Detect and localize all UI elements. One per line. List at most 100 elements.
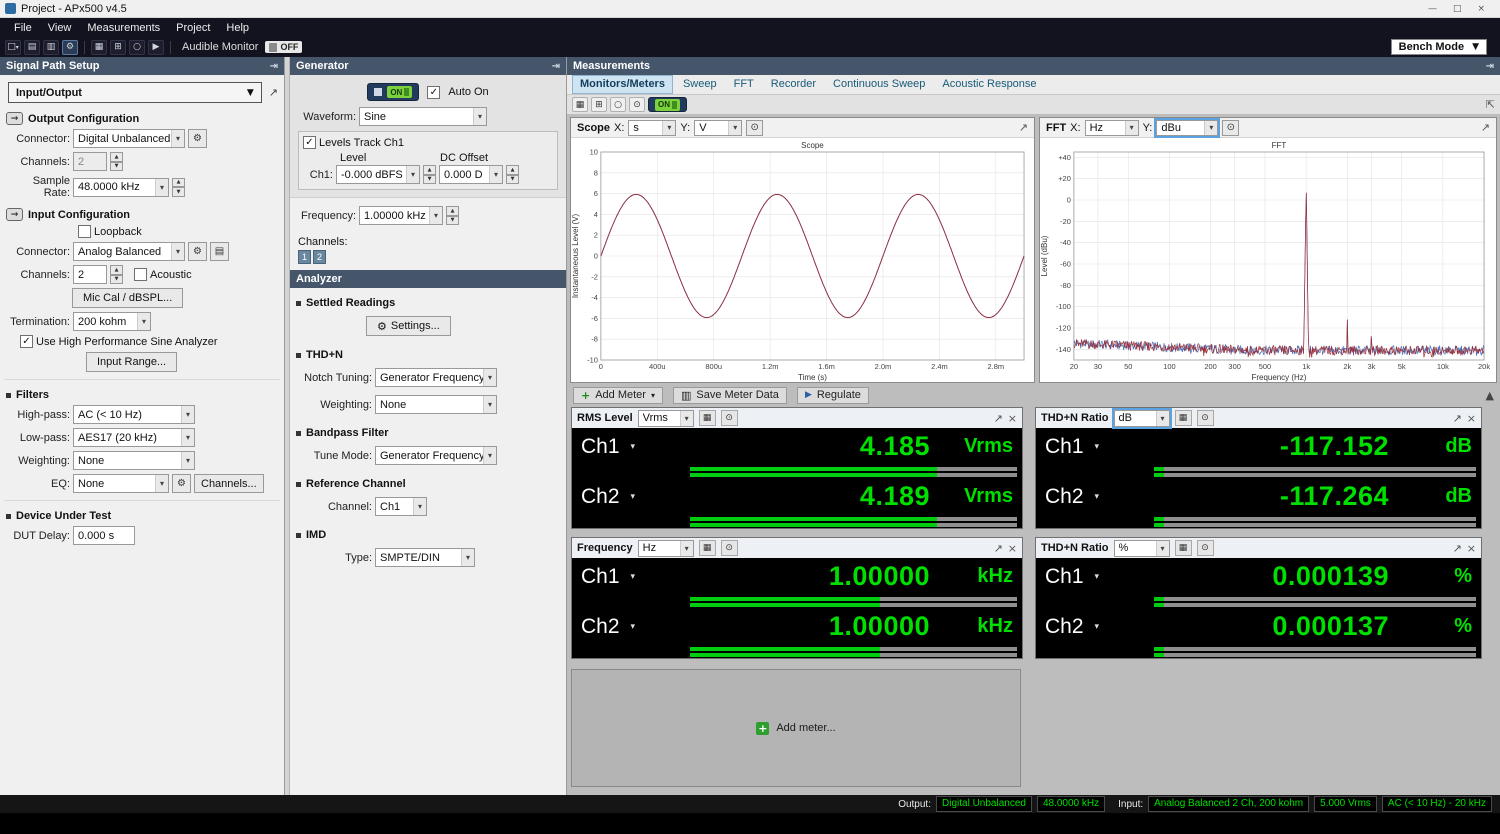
close-icon[interactable]: × [1008,412,1017,425]
menu-measurements[interactable]: Measurements [79,20,168,36]
menu-help[interactable]: Help [218,20,257,36]
tab-fft[interactable]: FFT [727,76,761,93]
notch-tuning-select[interactable]: Generator Frequency ▾ [375,368,497,387]
fft-x-unit-select[interactable]: Hz ▾ [1084,119,1139,136]
meter-bars-icon[interactable]: ▦ [1174,410,1192,426]
sample-rate-select[interactable]: 48.0000 kHz ▾ [73,177,169,197]
scope-x-unit-select[interactable]: s ▾ [628,119,677,136]
bench-mode-select[interactable]: Bench Mode ▼ [1390,39,1487,55]
settings-gear-icon[interactable]: ⚙ [62,39,78,55]
channel-select[interactable]: Ch2 ▾ [572,485,684,509]
close-icon[interactable]: × [1467,412,1476,425]
settled-settings-button[interactable]: ⚙ Settings... [366,316,451,336]
monitors-on-toggle[interactable]: ON [648,97,687,112]
add-meter-dropzone[interactable]: + Add meter... [571,669,1021,787]
channel-select[interactable]: Ch2 ▾ [1036,485,1148,509]
input-connector-settings-icon[interactable]: ⚙ [188,242,207,261]
channel-2-button[interactable]: 2 [313,250,326,264]
layout-icon[interactable]: ▦ [572,97,588,112]
settle-icon[interactable]: ○ [610,97,626,112]
sample-rate-spinner[interactable]: ▲ ▼ [172,177,185,197]
menu-file[interactable]: File [6,20,40,36]
meter-settings-icon[interactable]: ⊙ [720,540,738,556]
output-connector-select[interactable]: Digital Unbalanced ▾ [73,129,185,148]
meter-unit-select[interactable]: Hz ▾ [637,539,694,557]
spin-down-icon[interactable]: ▼ [506,174,519,184]
popout-icon[interactable]: ↗ [269,86,278,99]
minimize-icon[interactable]: — [1428,4,1437,14]
dut-delay-field[interactable]: 0.000 s [73,526,135,545]
frequency-spinner[interactable]: ▲ ▼ [446,206,459,225]
input-range-button[interactable]: Input Range... [86,352,178,372]
eq-settings-icon[interactable]: ⚙ [172,474,191,493]
dock-icon[interactable]: ⇥ [552,61,560,72]
input-channels-field[interactable]: 2 [73,265,107,284]
pin-icon[interactable]: ⇱ [1486,98,1495,111]
add-meter-button[interactable]: + Add Meter ▾ [573,386,663,404]
output-connector-settings-icon[interactable]: ⚙ [188,129,207,148]
meters-icon[interactable]: ⊞ [591,97,607,112]
tab-sweep[interactable]: Sweep [676,76,724,93]
meter-settings-icon[interactable]: ⊙ [720,410,738,426]
spin-up-icon[interactable]: ▲ [172,177,185,187]
menu-project[interactable]: Project [168,20,218,36]
mic-cal-button[interactable]: Mic Cal / dBSPL... [72,288,184,308]
channel-select[interactable]: Ch1 ▾ [1036,435,1148,459]
tab-acoustic-response[interactable]: Acoustic Response [935,76,1043,93]
meter-unit-select[interactable]: % ▾ [1113,539,1170,557]
settle-clock-icon[interactable]: ○ [129,39,145,55]
meter-bars-icon[interactable]: ▦ [1174,540,1192,556]
spin-down-icon[interactable]: ▼ [110,161,123,171]
loopback-checkbox[interactable] [78,225,91,238]
dc-offset-select[interactable]: 0.000 D ▾ [439,165,503,184]
popout-icon[interactable]: ↗ [1453,542,1462,555]
monitors-icon[interactable]: ▦ [91,39,107,55]
tab-continuous-sweep[interactable]: Continuous Sweep [826,76,932,93]
termination-select[interactable]: 200 kohm ▾ [73,312,151,331]
channel-select[interactable]: Ch2 ▾ [572,615,684,639]
tune-mode-select[interactable]: Generator Frequency ▾ [375,446,497,465]
popout-icon[interactable]: ↗ [1453,412,1462,425]
popout-icon[interactable]: ↗ [1019,121,1028,134]
audible-monitor-off-toggle[interactable]: OFF [265,41,303,53]
open-icon[interactable]: ▤ [24,39,40,55]
levels-track-checkbox[interactable]: ✓ [303,136,316,149]
monitor-settings-icon[interactable]: ⊙ [629,97,645,112]
meter-unit-select[interactable]: Vrms ▾ [637,409,694,427]
close-icon[interactable]: × [1008,542,1017,555]
regulate-button[interactable]: ▶ Regulate [796,386,869,404]
popout-icon[interactable]: ↗ [1481,121,1490,134]
generator-on-toggle[interactable]: ON [367,83,420,101]
fft-y-unit-select[interactable]: dBu ▾ [1154,117,1221,138]
output-channels-spinner[interactable]: ▲ ▼ [110,152,123,171]
input-connector-select[interactable]: Analog Balanced ▾ [73,242,185,261]
close-icon[interactable]: × [1477,4,1485,14]
eq-channels-button[interactable]: Channels... [194,474,264,493]
spin-down-icon[interactable]: ▼ [110,274,123,284]
high-performance-checkbox[interactable]: ✓ [20,335,33,348]
popout-icon[interactable]: ↗ [994,412,1003,425]
spin-down-icon[interactable]: ▼ [446,215,459,225]
imd-type-select[interactable]: SMPTE/DIN ▾ [375,548,475,567]
save-icon[interactable]: ▥ [43,39,59,55]
auto-on-checkbox[interactable]: ✓ [427,85,441,99]
eq-select[interactable]: None ▾ [73,474,169,493]
meter-settings-icon[interactable]: ⊙ [1196,410,1214,426]
maximize-icon[interactable]: □ [1453,4,1462,14]
fft-settings-icon[interactable]: ⊙ [1222,119,1240,136]
analyzer-weighting-select[interactable]: None ▾ [375,395,497,414]
low-pass-select[interactable]: AES17 (20 kHz) ▾ [73,428,195,447]
weighting-select[interactable]: None ▾ [73,451,195,470]
channel-select[interactable]: Ch1 ▾ [572,565,684,589]
spin-down-icon[interactable]: ▼ [423,174,436,184]
meter-bars-icon[interactable]: ▦ [698,410,716,426]
scope-y-unit-select[interactable]: V ▾ [694,119,743,136]
channel-select[interactable]: Ch2 ▾ [1036,615,1148,639]
spin-up-icon[interactable]: ▲ [110,265,123,275]
dock-icon[interactable]: ⇥ [270,61,278,72]
close-icon[interactable]: × [1467,542,1476,555]
spin-up-icon[interactable]: ▲ [446,206,459,216]
collapse-icon[interactable]: ▲ [1486,389,1494,402]
regulate-icon[interactable]: ▶ [148,39,164,55]
spin-up-icon[interactable]: ▲ [423,165,436,175]
